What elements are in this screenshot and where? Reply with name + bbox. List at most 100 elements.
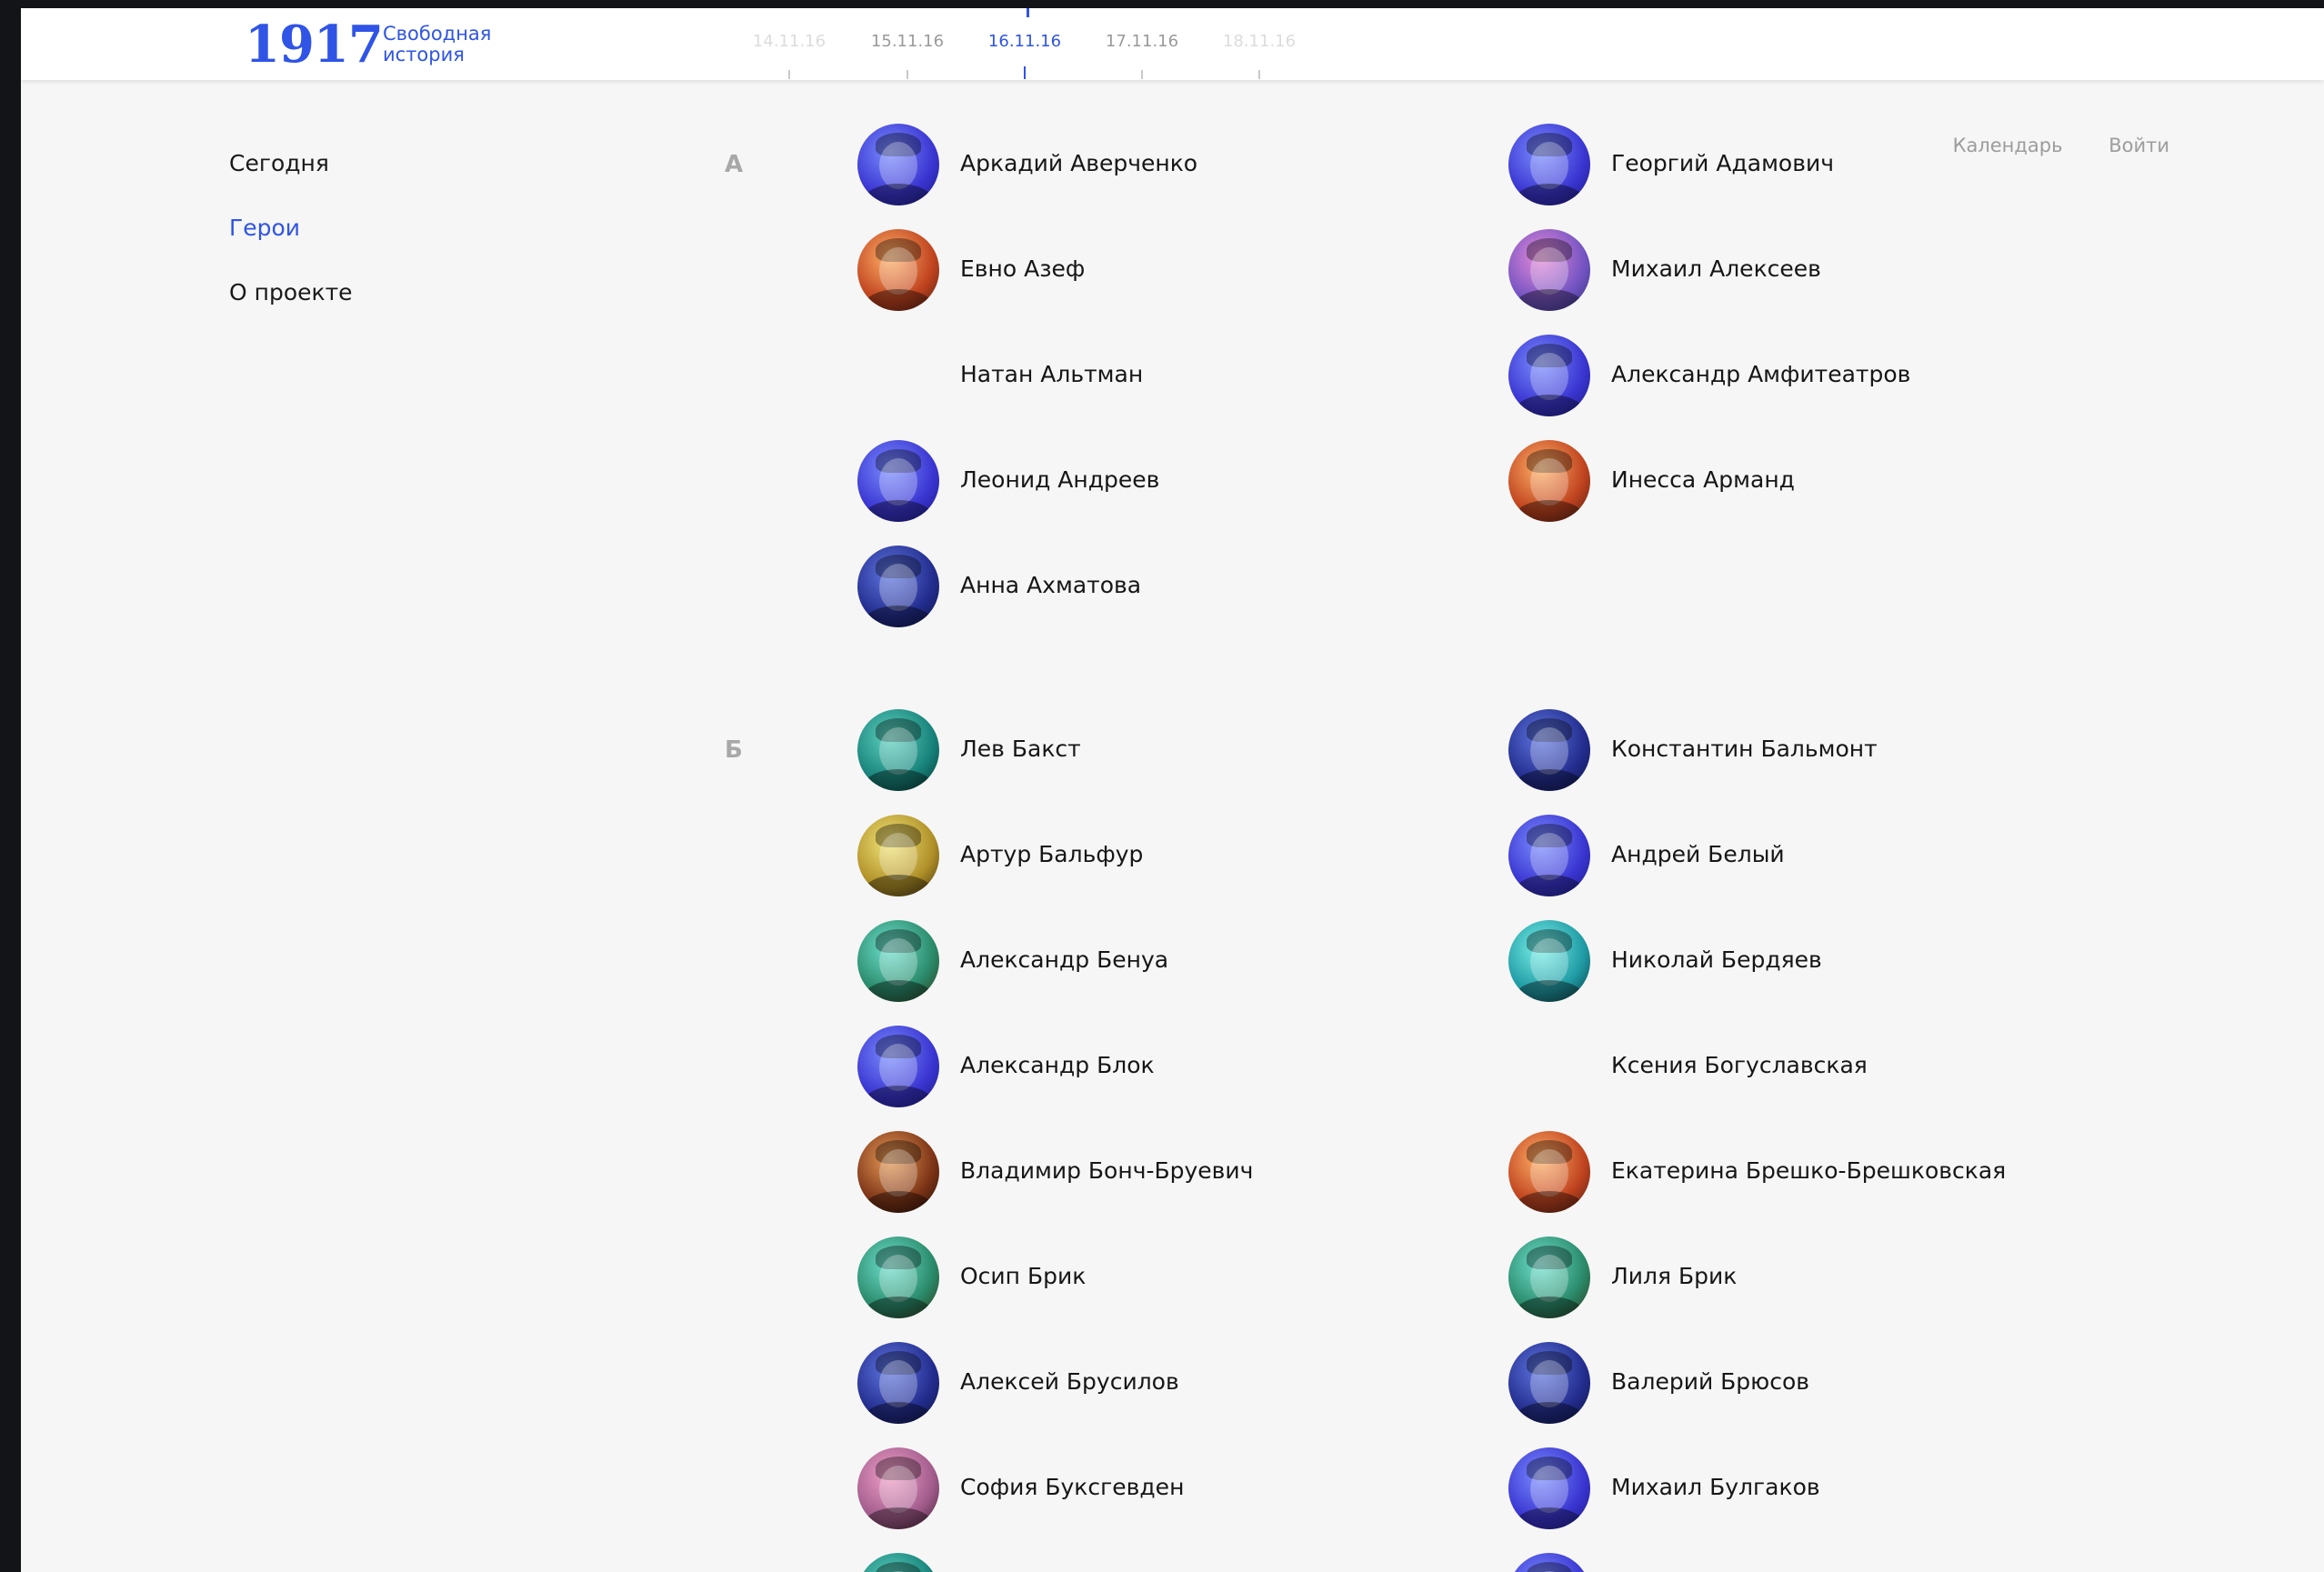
hero-name[interactable]: Екатерина Брешко-Брешковская <box>1611 1157 2006 1184</box>
hero-avatar[interactable] <box>857 229 939 311</box>
hero-avatar[interactable] <box>857 440 939 522</box>
hero-avatar[interactable] <box>857 709 939 791</box>
hero-avatar[interactable] <box>857 1447 939 1529</box>
date-item[interactable]: 14.11.16 <box>739 32 839 51</box>
avatar-face <box>1530 1466 1568 1513</box>
hero-avatar[interactable] <box>857 1026 939 1107</box>
hero-avatar[interactable] <box>857 1131 939 1213</box>
hero-name[interactable]: Михаил Алексеев <box>1611 255 1821 282</box>
calendar-link[interactable]: Календарь <box>1953 135 2063 156</box>
section-letter: А <box>725 151 744 178</box>
hero-name[interactable]: Александр Бенуа <box>960 946 1168 973</box>
section-letter: Б <box>725 736 743 764</box>
nav-item-heroes[interactable]: Герои <box>229 215 353 279</box>
date-strip: 14.11.16 15.11.16 16.11.16 17.11.16 18.1… <box>739 8 1296 80</box>
hero-name[interactable]: Андрей Белый <box>1611 841 1785 867</box>
avatar-face <box>1530 458 1568 506</box>
date-tick <box>1258 70 1260 79</box>
logo-text-line1: Свободная <box>383 23 492 45</box>
hero-avatar[interactable] <box>857 815 939 896</box>
hero-name[interactable]: Аркадий Аверченко <box>960 150 1197 176</box>
hero-avatar[interactable] <box>1508 1131 1590 1213</box>
hero-name[interactable]: Валерий Брюсов <box>1611 1368 1809 1395</box>
hero-name[interactable]: Владимир Бонч-Бруевич <box>960 1157 1253 1184</box>
avatar-body <box>863 606 934 627</box>
avatar-body <box>1514 980 1585 1002</box>
nav-item-today[interactable]: Сегодня <box>229 150 353 215</box>
hero-name[interactable]: Александр Амфитеатров <box>1611 361 1910 387</box>
hero-name[interactable]: Инесса Арманд <box>1611 466 1795 493</box>
hero-avatar[interactable] <box>1508 920 1590 1002</box>
hero-name[interactable]: Константин Бальмонт <box>1611 736 1878 762</box>
date-item-active[interactable]: 16.11.16 <box>975 32 1075 51</box>
avatar-body <box>863 500 934 522</box>
avatar-face <box>879 458 917 506</box>
avatar-body <box>863 1402 934 1424</box>
login-link[interactable]: Войти <box>2109 135 2169 156</box>
avatar-face <box>879 142 917 189</box>
hero-name[interactable]: Александр Блок <box>960 1052 1155 1078</box>
hero-avatar[interactable] <box>857 920 939 1002</box>
hero-avatar[interactable] <box>857 1342 939 1424</box>
logo-text[interactable]: Свободная история <box>383 24 491 65</box>
hero-avatar[interactable] <box>1508 1553 1590 1572</box>
date-item[interactable]: 17.11.16 <box>1092 32 1192 51</box>
avatar-body <box>863 1086 934 1107</box>
hero-avatar[interactable] <box>857 1237 939 1318</box>
hero-name[interactable]: Артур Бальфур <box>960 841 1143 867</box>
hero-avatar[interactable] <box>1508 1237 1590 1318</box>
hero-avatar[interactable] <box>857 546 939 627</box>
nav-item-about[interactable]: О проекте <box>229 279 353 344</box>
avatar-body <box>1514 769 1585 791</box>
hero-avatar[interactable] <box>1508 1447 1590 1529</box>
logo-text-line2: история <box>383 44 465 65</box>
hero-name[interactable]: Георгий Адамович <box>1611 150 1834 176</box>
avatar-face <box>879 833 917 880</box>
hero-name[interactable]: Михаил Булгаков <box>1611 1474 1820 1500</box>
avatar-body <box>863 769 934 791</box>
logo-number[interactable]: 1917 <box>245 15 384 74</box>
hero-avatar[interactable] <box>857 1553 939 1572</box>
hero-name[interactable]: Алексей Брусилов <box>960 1368 1179 1395</box>
avatar-face <box>1530 938 1568 986</box>
avatar-body <box>1514 1402 1585 1424</box>
hero-avatar[interactable] <box>1508 335 1590 416</box>
hero-name[interactable]: София Буксгевден <box>960 1474 1184 1500</box>
avatar-face <box>879 938 917 986</box>
hero-avatar[interactable] <box>1508 709 1590 791</box>
avatar-face <box>1530 1360 1568 1407</box>
avatar-face <box>1530 833 1568 880</box>
avatar-face <box>1530 727 1568 775</box>
date-tick <box>907 70 908 79</box>
avatar-face <box>1530 353 1568 400</box>
date-tick <box>1141 70 1143 79</box>
avatar-body <box>863 184 934 205</box>
avatar-body <box>1514 184 1585 205</box>
hero-avatar[interactable] <box>1508 124 1590 205</box>
avatar-body <box>1514 289 1585 311</box>
hero-name[interactable]: Натан Альтман <box>960 361 1143 387</box>
hero-name[interactable]: Николай Бердяев <box>1611 946 1822 973</box>
hero-name[interactable]: Леонид Андреев <box>960 466 1159 493</box>
avatar-body <box>863 1191 934 1213</box>
hero-name[interactable]: Осип Брик <box>960 1263 1086 1289</box>
hero-name[interactable]: Евно Азеф <box>960 255 1085 282</box>
hero-avatar[interactable] <box>1508 440 1590 522</box>
header: 1917 Свободная история 14.11.16 15.11.16… <box>21 8 2324 80</box>
hero-avatar[interactable] <box>1508 229 1590 311</box>
avatar-face <box>1530 142 1568 189</box>
avatar-face <box>1530 1149 1568 1197</box>
hero-avatar[interactable] <box>1508 815 1590 896</box>
date-item[interactable]: 18.11.16 <box>1209 32 1309 51</box>
hero-name[interactable]: Лев Бакст <box>960 736 1081 762</box>
hero-avatar[interactable] <box>1508 1342 1590 1424</box>
hero-name[interactable]: Лиля Брик <box>1611 1263 1737 1289</box>
avatar-face <box>879 1255 917 1302</box>
avatar-face <box>879 1044 917 1091</box>
hero-avatar[interactable] <box>857 124 939 205</box>
date-item[interactable]: 15.11.16 <box>857 32 957 51</box>
page: 1917 Свободная история 14.11.16 15.11.16… <box>21 8 2324 1572</box>
hero-name[interactable]: Анна Ахматова <box>960 572 1141 598</box>
avatar-body <box>1514 1297 1585 1318</box>
hero-name[interactable]: Ксения Богуславская <box>1611 1052 1868 1078</box>
